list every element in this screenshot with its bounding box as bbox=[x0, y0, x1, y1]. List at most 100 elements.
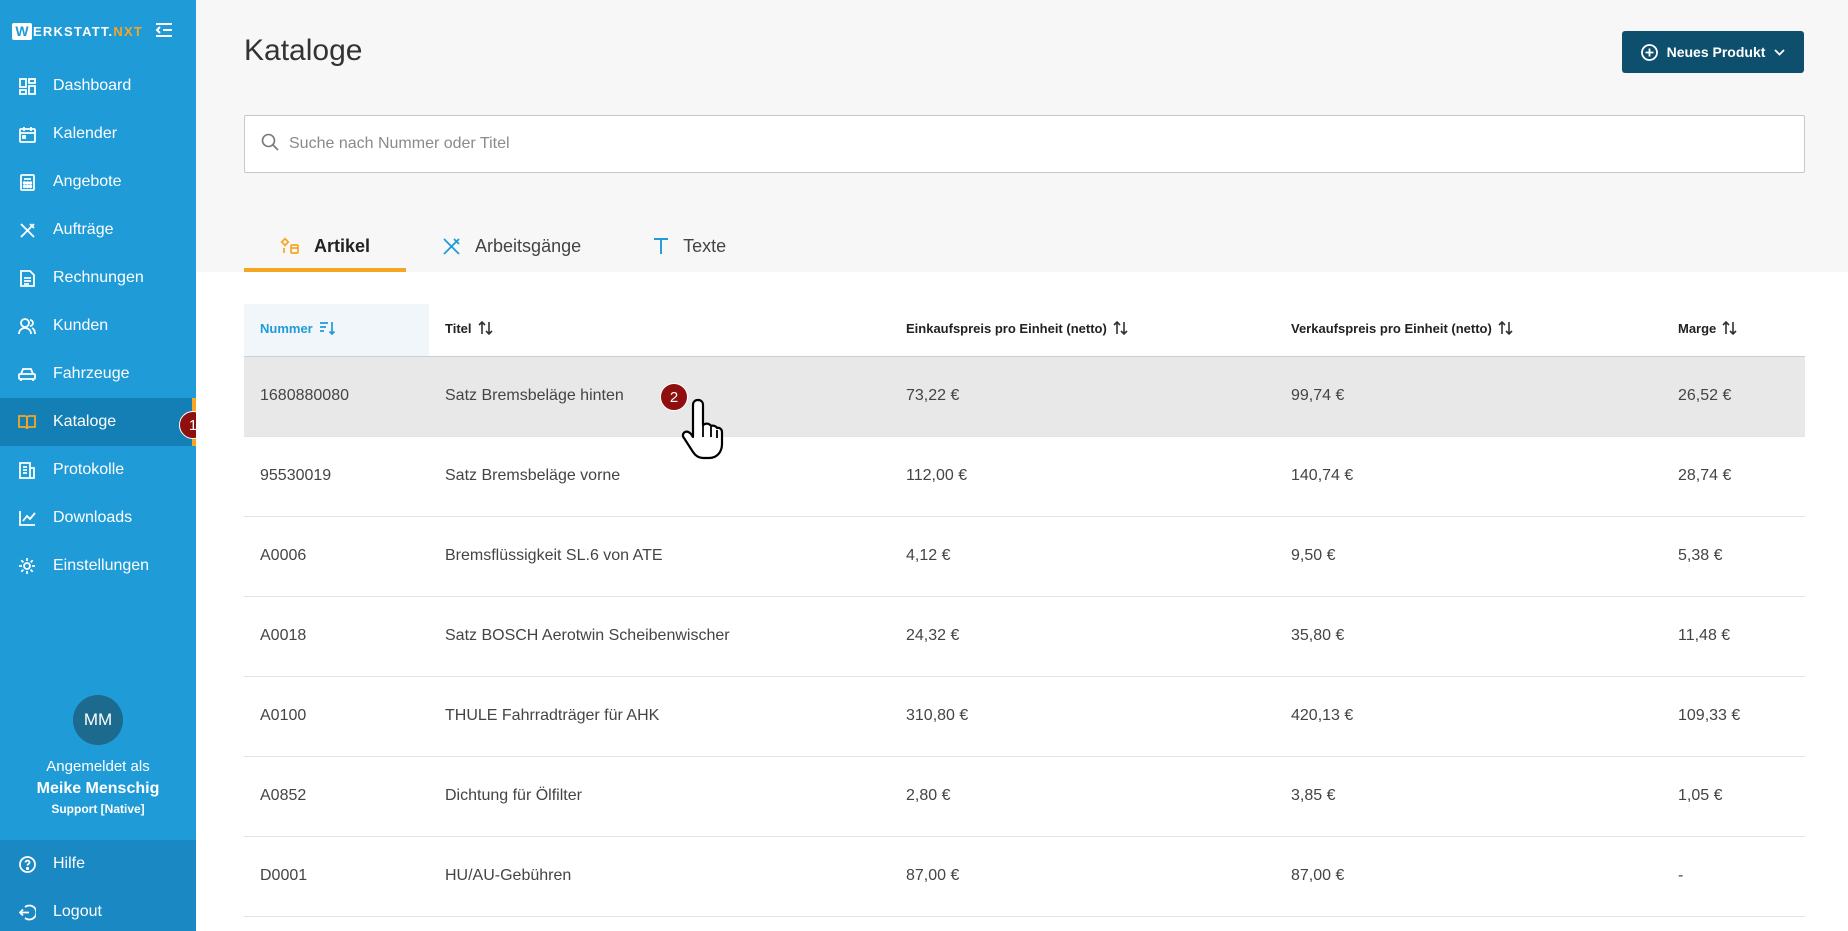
column-header-titel[interactable]: Titel bbox=[429, 304, 890, 357]
sidebar-item-protokolle[interactable]: Protokolle bbox=[0, 446, 196, 494]
new-product-button[interactable]: Neues Produkt bbox=[1622, 31, 1804, 73]
dashboard-icon bbox=[18, 77, 36, 95]
column-header-marge[interactable]: Marge bbox=[1662, 304, 1805, 357]
cell-einkaufspreis: 4,12 € bbox=[890, 516, 1275, 597]
collapse-sidebar-icon[interactable] bbox=[154, 20, 174, 40]
table-header-row: Nummer Titel Einkaufspreis pro Einheit (… bbox=[244, 304, 1805, 357]
sort-icon bbox=[1113, 321, 1128, 338]
sidebar-item-label: Rechnungen bbox=[53, 269, 144, 286]
calendar-icon bbox=[18, 125, 36, 143]
cell-titel: Satz BOSCH Aerotwin Scheibenwischer bbox=[429, 596, 890, 677]
cell-verkaufspreis: 87,00 € bbox=[1275, 836, 1662, 917]
sidebar-item-hilfe[interactable]: Hilfe bbox=[0, 840, 196, 888]
avatar[interactable]: MM bbox=[73, 695, 123, 745]
catalog-tabs: Artikel Arbeitsgänge Texte bbox=[244, 220, 762, 272]
tab-artikel[interactable]: Artikel bbox=[244, 220, 407, 272]
tab-label: Texte bbox=[683, 235, 727, 256]
tab-arbeitsgaenge[interactable]: Arbeitsgänge bbox=[406, 220, 617, 272]
customers-icon bbox=[18, 317, 36, 335]
book-icon bbox=[18, 413, 36, 431]
sidebar-item-label: Downloads bbox=[53, 509, 133, 526]
sort-icon bbox=[1498, 321, 1513, 338]
brand-logo[interactable]: W ERKSTATT.NXT bbox=[12, 20, 143, 42]
sidebar-item-rechnungen[interactable]: Rechnungen bbox=[0, 254, 196, 302]
cell-nummer: 1680880080 bbox=[244, 356, 429, 437]
car-icon bbox=[18, 365, 36, 383]
cell-einkaufspreis: 310,80 € bbox=[890, 676, 1275, 757]
sidebar-item-label: Kalender bbox=[53, 125, 118, 142]
protocol-icon bbox=[18, 461, 36, 479]
sidebar-item-einstellungen[interactable]: Einstellungen bbox=[0, 542, 196, 590]
cell-nummer: A0006 bbox=[244, 516, 429, 597]
tools-icon bbox=[442, 237, 461, 256]
logged-in-label: Angemeldet als bbox=[46, 758, 150, 775]
column-header-einkaufspreis[interactable]: Einkaufspreis pro Einheit (netto) bbox=[890, 304, 1275, 357]
sidebar-item-label: Kataloge bbox=[53, 413, 117, 430]
cell-titel: THULE Fahrradträger für AHK bbox=[429, 676, 890, 757]
search-icon bbox=[261, 133, 279, 156]
plus-circle-icon bbox=[1640, 43, 1658, 61]
cell-nummer: A0100 bbox=[244, 676, 429, 757]
sidebar-item-logout[interactable]: Logout bbox=[0, 888, 196, 931]
cell-nummer: 95530019 bbox=[244, 436, 429, 517]
sort-icon bbox=[477, 321, 493, 338]
catalog-panel: Nummer Titel Einkaufspreis pro Einheit (… bbox=[196, 272, 1848, 931]
table-row[interactable]: A0852 Dichtung für Ölfilter 2,80 € 3,85 … bbox=[244, 756, 1805, 837]
cell-verkaufspreis: 35,80 € bbox=[1275, 596, 1662, 677]
sidebar-item-downloads[interactable]: Downloads bbox=[0, 494, 196, 542]
page-title: Kataloge bbox=[244, 34, 363, 67]
sidebar-item-label: Einstellungen bbox=[53, 557, 150, 574]
gear-icon bbox=[18, 557, 36, 575]
table-row[interactable]: A0018 Satz BOSCH Aerotwin Scheibenwische… bbox=[244, 596, 1805, 677]
brand-name: ERKSTATT.NXT bbox=[33, 23, 143, 39]
column-header-verkaufspreis[interactable]: Verkaufspreis pro Einheit (netto) bbox=[1275, 304, 1662, 357]
sidebar-item-label: Aufträge bbox=[53, 221, 114, 238]
sidebar-item-label: Angebote bbox=[53, 173, 122, 190]
cell-marge: 109,33 € bbox=[1662, 676, 1805, 757]
cell-einkaufspreis: 24,32 € bbox=[890, 596, 1275, 677]
cell-nummer: A0018 bbox=[244, 596, 429, 677]
table-row[interactable]: A0100 THULE Fahrradträger für AHK 310,80… bbox=[244, 676, 1805, 757]
search-bar bbox=[244, 115, 1805, 173]
sidebar-nav: Dashboard Kalender Angebote Aufträge Rec… bbox=[0, 62, 196, 590]
tab-label: Arbeitsgänge bbox=[475, 235, 582, 256]
column-header-nummer[interactable]: Nummer bbox=[244, 304, 429, 357]
cell-titel: Satz Bremsbeläge vorne bbox=[429, 436, 890, 517]
cell-einkaufspreis: 87,00 € bbox=[890, 836, 1275, 917]
user-info: MM Angemeldet als Meike Menschig Support… bbox=[0, 695, 196, 816]
chart-icon bbox=[18, 509, 36, 527]
sort-desc-icon bbox=[319, 321, 335, 338]
sidebar-item-auftraege[interactable]: Aufträge bbox=[0, 206, 196, 254]
sidebar-bottom-nav: Hilfe Logout bbox=[0, 840, 196, 931]
calculator-icon bbox=[18, 173, 36, 191]
cell-marge: 28,74 € bbox=[1662, 436, 1805, 517]
sidebar-item-label: Logout bbox=[53, 903, 102, 920]
sort-icon bbox=[1722, 321, 1737, 338]
table-row[interactable]: D0001 HU/AU-Gebühren 87,00 € 87,00 € - bbox=[244, 836, 1805, 917]
cell-verkaufspreis: 99,74 € bbox=[1275, 356, 1662, 437]
sidebar-item-kataloge[interactable]: Kataloge bbox=[0, 398, 196, 446]
main-content: Kataloge Neues Produkt Artikel Arbeitsgä… bbox=[196, 0, 1848, 931]
table-row[interactable]: 1680880080 Satz Bremsbeläge hinten 73,22… bbox=[244, 356, 1805, 437]
table-row[interactable]: 95530019 Satz Bremsbeläge vorne 112,00 €… bbox=[244, 436, 1805, 517]
search-input[interactable] bbox=[289, 135, 1689, 153]
sidebar: W ERKSTATT.NXT Dashboard Kalender Angebo… bbox=[0, 0, 207, 931]
cell-nummer: A0852 bbox=[244, 756, 429, 837]
cell-marge: 5,38 € bbox=[1662, 516, 1805, 597]
invoice-icon bbox=[18, 269, 36, 287]
sidebar-item-kalender[interactable]: Kalender bbox=[0, 110, 196, 158]
user-role: Support [Native] bbox=[51, 802, 145, 816]
table-row[interactable]: A0006 Bremsflüssigkeit SL.6 von ATE 4,12… bbox=[244, 516, 1805, 597]
sidebar-item-label: Protokolle bbox=[53, 461, 125, 478]
parts-icon bbox=[280, 237, 300, 255]
sidebar-item-dashboard[interactable]: Dashboard bbox=[0, 62, 196, 110]
tab-texte[interactable]: Texte bbox=[617, 220, 762, 272]
new-product-label: Neues Produkt bbox=[1666, 44, 1766, 60]
user-name: Meike Menschig bbox=[36, 780, 160, 797]
sidebar-item-kunden[interactable]: Kunden bbox=[0, 302, 196, 350]
cell-nummer: D0001 bbox=[244, 836, 429, 917]
sidebar-item-label: Hilfe bbox=[53, 855, 86, 872]
cell-verkaufspreis: 9,50 € bbox=[1275, 516, 1662, 597]
sidebar-item-fahrzeuge[interactable]: Fahrzeuge bbox=[0, 350, 196, 398]
sidebar-item-angebote[interactable]: Angebote bbox=[0, 158, 196, 206]
